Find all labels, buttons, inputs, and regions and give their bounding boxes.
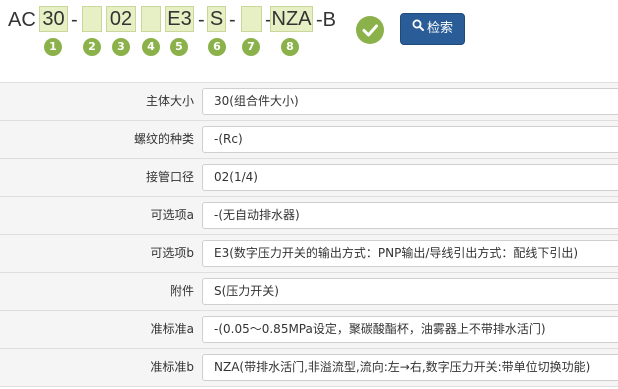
segment-8-field[interactable]: NZA xyxy=(270,6,313,32)
separator: - xyxy=(71,9,78,31)
spec-row-thread-type: 螺纹的种类 -(Rc) xyxy=(0,121,618,159)
semi-standard-b-select[interactable]: NZA(带排水活门,非溢流型,流向:左→右,数字压力开关:带单位切换功能) xyxy=(202,354,618,381)
separator: - xyxy=(229,9,236,31)
segment-6-field[interactable]: S xyxy=(207,6,226,32)
body-size-select[interactable]: 30(组合件大小) xyxy=(202,88,618,115)
semi-standard-a-select[interactable]: -(0.05～0.85MPa设定，聚碳酸酯杯，油雾器上不带排水活门) xyxy=(202,316,618,343)
spec-label: 准标准b xyxy=(150,360,194,374)
spec-row-option-b: 可选项b E3(数字压力开关的输出方式：PNP输出/导线引出方式：配线下引出) xyxy=(0,235,618,273)
segment-number-badge: 7 xyxy=(242,38,260,56)
spec-row-port-size: 接管口径 02(1/4) xyxy=(0,159,618,197)
check-circle-icon xyxy=(356,16,384,44)
segment-number-badge: 4 xyxy=(142,38,160,56)
segment-number-badge: 2 xyxy=(83,38,101,56)
spec-row-semi-standard-b: 准标准b NZA(带排水活门,非溢流型,流向:左→右,数字压力开关:带单位切换功… xyxy=(0,349,618,387)
option-b-select[interactable]: E3(数字压力开关的输出方式：PNP输出/导线引出方式：配线下引出) xyxy=(202,240,618,267)
spec-row-option-a: 可选项a -(无自动排水器) xyxy=(0,197,618,235)
spec-row-semi-standard-a: 准标准a -(0.05～0.85MPa设定，聚碳酸酯杯，油雾器上不带排水活门) xyxy=(0,311,618,349)
accessory-select[interactable]: S(压力开关) xyxy=(202,278,618,305)
segment-number-badge: 6 xyxy=(208,38,226,56)
segment-5-field[interactable]: E3 xyxy=(165,6,194,32)
spec-label: 附件 xyxy=(169,284,194,298)
model-code-bar: AC 30 - 02 E3 - S - - NZA -B 1 2 3 4 5 6… xyxy=(0,0,618,70)
segment-number-badge: 5 xyxy=(170,38,188,56)
segment-3-field[interactable]: 02 xyxy=(106,6,136,32)
spec-label: 可选项b xyxy=(150,246,194,260)
spec-label: 接管口径 xyxy=(145,170,194,184)
spec-row-body-size: 主体大小 30(组合件大小) xyxy=(0,83,618,121)
separator: - xyxy=(198,9,205,31)
spec-label: 可选项a xyxy=(150,208,194,222)
search-button[interactable]: 检索 xyxy=(400,13,465,45)
spec-label: 主体大小 xyxy=(145,94,194,108)
spec-table: 主体大小 30(组合件大小) 螺纹的种类 -(Rc) 接管口径 02(1/4) … xyxy=(0,82,618,387)
option-a-select[interactable]: -(无自动排水器) xyxy=(202,202,618,229)
port-size-select[interactable]: 02(1/4) xyxy=(202,164,618,191)
segment-2-field[interactable] xyxy=(82,6,102,32)
model-suffix: -B xyxy=(316,9,336,31)
spec-label: 准标准a xyxy=(150,322,194,336)
segment-number-badge: 8 xyxy=(281,38,299,56)
search-button-label: 检索 xyxy=(426,21,453,36)
segment-1-field[interactable]: 30 xyxy=(39,6,68,32)
spec-label: 螺纹的种类 xyxy=(133,132,194,146)
segment-4-field[interactable] xyxy=(141,6,161,32)
segment-number-badge: 3 xyxy=(112,38,130,56)
search-icon xyxy=(412,13,424,43)
model-prefix: AC xyxy=(8,9,36,31)
spec-row-accessory: 附件 S(压力开关) xyxy=(0,273,618,311)
thread-type-select[interactable]: -(Rc) xyxy=(202,126,618,153)
segment-7-field[interactable] xyxy=(241,6,262,32)
segment-number-badge: 1 xyxy=(44,38,62,56)
